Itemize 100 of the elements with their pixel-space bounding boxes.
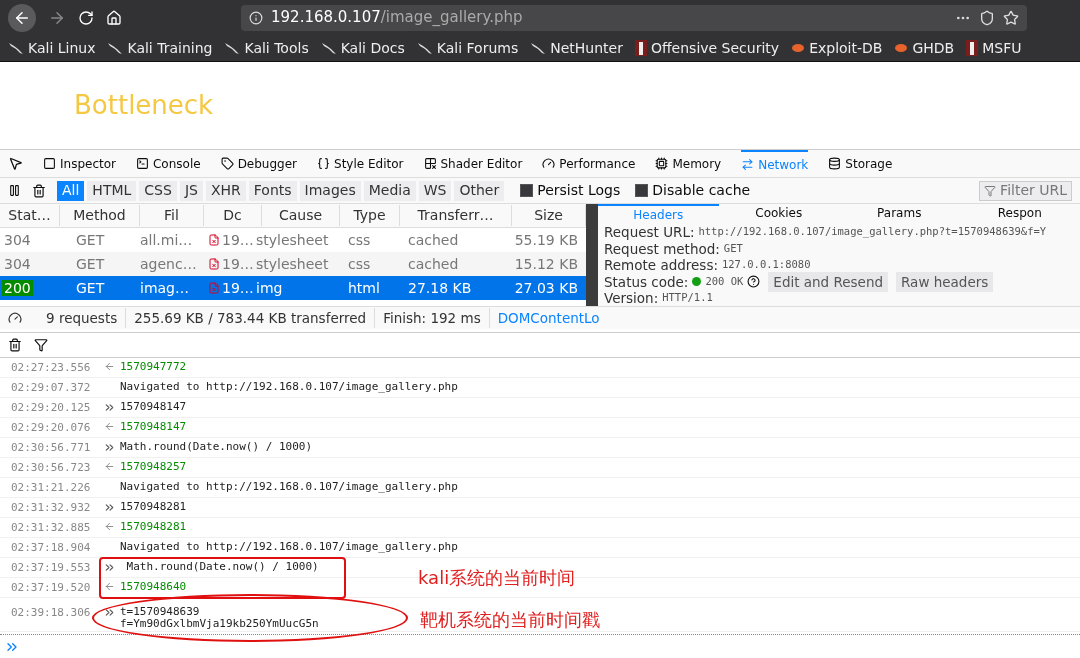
filter-icon: [984, 184, 997, 197]
filter-button[interactable]: CSS: [139, 180, 177, 201]
field-value: GET: [723, 240, 743, 256]
filter-button[interactable]: XHR: [205, 180, 246, 201]
filter-button[interactable]: WS: [418, 180, 452, 201]
domain-cell-text: 19…: [222, 278, 254, 298]
filter-button[interactable]: Media: [363, 180, 416, 201]
filter-button[interactable]: Fonts: [248, 180, 297, 201]
gauge-icon[interactable]: [8, 311, 22, 325]
console-message: 1570948257: [120, 461, 187, 473]
cause-cell-text: stylesheet: [256, 230, 330, 250]
timestamp: 02:39:18.306: [10, 606, 92, 620]
size-cell-text: 27.03 KB: [513, 278, 579, 298]
tab-icon: [220, 157, 234, 170]
bookmark-item[interactable]: Kali Docs: [320, 37, 405, 59]
request-row[interactable]: 304 GET all.mi… 19…stylesheet css cached 55.19 KB: [0, 228, 586, 252]
filter-button[interactable]: JS: [179, 180, 203, 201]
column-header[interactable]: Transferr…: [400, 205, 512, 226]
filter-icon[interactable]: [34, 338, 48, 352]
insecure-icon: [208, 234, 220, 246]
request-row[interactable]: 200 GET imag… 19…img html 27.18 KB 27.03 KB: [0, 276, 586, 300]
url-field[interactable]: 192.168.0.107/image_gallery.php: [241, 4, 1027, 31]
status-code: 200: [2, 279, 33, 296]
method-cell-text: GET: [75, 230, 106, 250]
devtools-tab[interactable]: Shader Editor: [423, 150, 523, 177]
status-code: 304: [3, 255, 32, 272]
annotation-text: 靶机系统的当前时间戳: [420, 608, 600, 632]
filter-button[interactable]: All: [57, 180, 85, 201]
devtools-tab[interactable]: Storage: [828, 150, 893, 177]
console-message: t=1570948639 f=Ym90dGxlbmVja19kb250YmUucG5n: [120, 606, 319, 630]
timestamp: 02:29:20.076: [10, 421, 92, 435]
back-button[interactable]: [8, 3, 36, 32]
filter-button[interactable]: HTML: [87, 180, 137, 201]
filter-field[interactable]: Filter URL: [979, 180, 1072, 201]
bookmark-item[interactable]: Exploit-DB: [791, 37, 883, 59]
timestamp: 02:31:32.932: [10, 501, 92, 515]
result-arrow-icon: [103, 421, 115, 432]
details-button[interactable]: Edit and Resend: [768, 271, 889, 292]
timestamp: 02:30:56.723: [10, 461, 92, 475]
filter-button[interactable]: Images: [299, 180, 361, 201]
bookmark-item[interactable]: GHDB: [894, 37, 955, 59]
tab-icon: [43, 157, 56, 170]
devtools-tab[interactable]: Console: [136, 150, 201, 177]
trash-icon[interactable]: [8, 338, 22, 352]
devtools-tab[interactable]: Inspector: [43, 150, 116, 177]
filter-button[interactable]: Other: [454, 180, 505, 201]
result-arrow-icon: [103, 521, 115, 532]
summary-text: Finish: 192 ms: [375, 307, 490, 329]
summary-text: 255.69 KB / 783.44 KB transferred: [126, 307, 376, 329]
info-icon: [249, 10, 263, 25]
home-icon[interactable]: [106, 9, 122, 26]
annotation-text: kali系统的当前时间: [418, 566, 576, 590]
devtools-tab[interactable]: Memory: [655, 150, 722, 177]
bookmark-item[interactable]: Kali Tools: [224, 37, 309, 59]
page-heading: Bottleneck: [74, 89, 214, 122]
console-message: 1570947772: [120, 361, 187, 373]
checkbox[interactable]: [635, 184, 649, 197]
reload-icon[interactable]: [78, 9, 94, 26]
request-row[interactable]: 304 GET agenc… 19…stylesheet css cached 15.12 KB: [0, 252, 586, 276]
column-header[interactable]: Method: [60, 205, 140, 226]
tab-icon: [542, 157, 556, 170]
tab-icon: [655, 157, 669, 170]
details-tab[interactable]: Params: [839, 204, 960, 224]
size-cell-text: 55.19 KB: [513, 230, 579, 250]
timestamp: 02:29:20.125: [10, 401, 92, 415]
timestamp: 02:29:07.372: [10, 381, 92, 395]
console-message: Navigated to http://192.168.0.107/image_gallery.php: [120, 481, 458, 493]
picker-icon[interactable]: [8, 156, 23, 171]
trash-icon[interactable]: [32, 183, 46, 198]
bookmark-item[interactable]: NetHunter: [530, 37, 623, 59]
timestamp: 02:37:19.553: [10, 561, 92, 575]
column-header[interactable]: Dc: [204, 205, 262, 226]
tab-icon: [828, 157, 842, 170]
details-tab[interactable]: Respon: [959, 204, 1080, 224]
status-code: 304: [3, 231, 32, 248]
column-header[interactable]: Fil: [140, 205, 204, 226]
transferred-cell-text: cached: [407, 254, 460, 274]
help-icon[interactable]: [747, 275, 761, 289]
devtools-tab[interactable]: Performance: [542, 150, 636, 177]
insecure-icon: [208, 258, 220, 270]
details-button[interactable]: Raw headers: [896, 271, 994, 292]
bookmark-item[interactable]: MSFU: [966, 37, 1022, 59]
column-header[interactable]: Type: [340, 205, 400, 226]
console-message: 1570948640: [120, 581, 187, 593]
field-label: Request URL:: [604, 223, 695, 243]
timestamp: 02:27:23.556: [10, 361, 92, 375]
column-header[interactable]: Stat…: [0, 205, 60, 226]
details-tab[interactable]: Headers: [598, 204, 719, 224]
pause-icon[interactable]: [8, 184, 21, 197]
devtools-tab[interactable]: Style Editor: [317, 150, 404, 177]
column-header[interactable]: Cause: [262, 205, 340, 226]
bookmark-item[interactable]: Offensive Security: [634, 37, 780, 59]
bookmark-item[interactable]: Kali Training: [107, 37, 213, 59]
star-icon[interactable]: [1003, 9, 1019, 26]
bookmark-item[interactable]: Kali Linux: [8, 37, 96, 59]
devtools-tab[interactable]: Debugger: [220, 150, 298, 177]
checkbox[interactable]: [520, 184, 534, 197]
field-label: Request method:: [604, 240, 720, 259]
bookmark-item[interactable]: Kali Forums: [416, 37, 519, 59]
details-tab[interactable]: Cookies: [718, 204, 839, 224]
